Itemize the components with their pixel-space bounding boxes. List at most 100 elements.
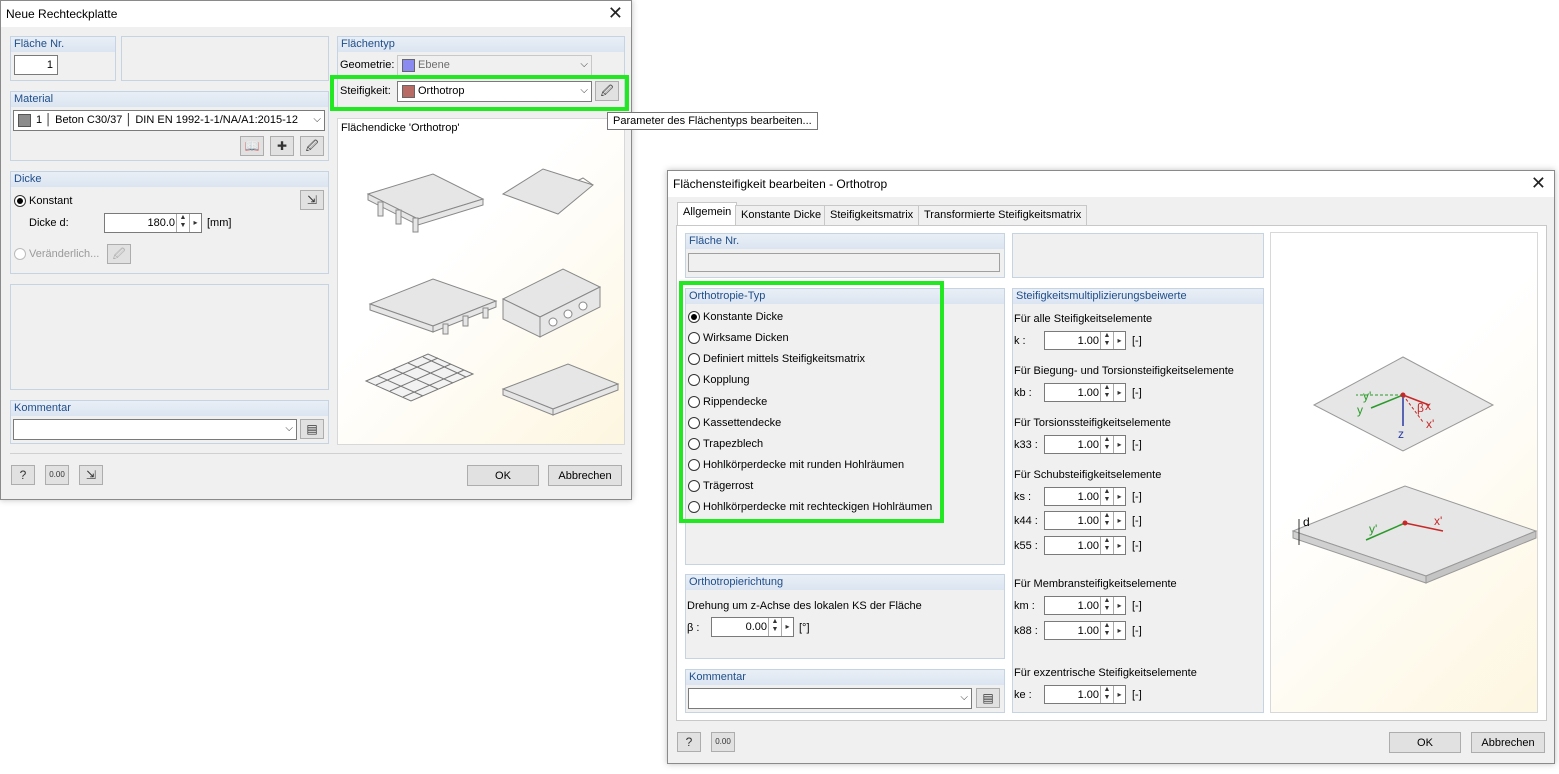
factor-unit: [-] bbox=[1132, 600, 1142, 612]
spin-arrow-icon[interactable]: ▸ bbox=[1113, 512, 1125, 529]
cancel-button[interactable]: Abbrechen bbox=[1471, 732, 1545, 753]
ok-button[interactable]: OK bbox=[1389, 732, 1461, 753]
tab-konstante-dicke[interactable]: Konstante Dicke bbox=[735, 205, 828, 226]
spin-arrow-icon[interactable]: ▸ bbox=[1113, 488, 1125, 505]
type-radio-kopplung[interactable] bbox=[688, 374, 700, 386]
factor-ke-spinner[interactable]: 1.00 ▲ ▼ ▸ bbox=[1044, 685, 1126, 704]
type-radio-kassettendecke[interactable] bbox=[688, 417, 700, 429]
new-material-button[interactable]: ✚ bbox=[270, 136, 294, 156]
factor-k33-spinner[interactable]: 1.00 ▲ ▼ ▸ bbox=[1044, 435, 1126, 454]
material-library-button[interactable]: 📖 bbox=[240, 136, 264, 156]
geometrie-value: Ebene bbox=[418, 59, 450, 71]
factor-k44-spinner[interactable]: 1.00 ▲ ▼ ▸ bbox=[1044, 511, 1126, 530]
factor-kb-spinner[interactable]: 1.00 ▲ ▼ ▸ bbox=[1044, 383, 1126, 402]
group-flaechentyp: Flächentyp Geometrie: Ebene ⌵ Steifigkei… bbox=[337, 36, 625, 108]
kommentar-library-button[interactable]: ▤ bbox=[976, 688, 1000, 708]
beta-spinner[interactable]: 0.00 ▲ ▼ ▸ bbox=[711, 617, 794, 637]
dialog-neue-rechteckplatte: Neue Rechteckplatte ✕ Fläche Nr. 1 Mater… bbox=[0, 0, 632, 500]
separator bbox=[10, 453, 622, 454]
spin-buttons[interactable]: ▲ ▼ bbox=[1100, 597, 1113, 614]
steifigkeit-select[interactable]: Orthotrop ⌵ bbox=[397, 81, 592, 102]
help-icon[interactable]: ? bbox=[11, 465, 35, 485]
flaeche-nr-input[interactable]: 1 bbox=[14, 55, 58, 75]
pick-settings-button[interactable]: ⇲ bbox=[79, 465, 103, 485]
spin-buttons[interactable]: ▲ ▼ bbox=[1100, 537, 1113, 554]
steifigkeit-label: Steifigkeit: bbox=[340, 85, 391, 97]
spin-buttons[interactable]: ▲ ▼ bbox=[1100, 332, 1113, 349]
spin-buttons[interactable]: ▲ ▼ bbox=[1100, 622, 1113, 639]
type-label: Trapezblech bbox=[703, 438, 764, 450]
veraenderlich-radio[interactable] bbox=[14, 248, 26, 260]
factor-unit: [-] bbox=[1132, 625, 1142, 637]
spin-arrow-icon[interactable]: ▸ bbox=[1113, 332, 1125, 349]
geometrie-select[interactable]: Ebene ⌵ bbox=[397, 55, 592, 76]
type-radio-hohlkoerper-rechteckig[interactable] bbox=[688, 501, 700, 513]
steifigkeit-value: Orthotrop bbox=[418, 85, 465, 97]
factor-k55-spinner[interactable]: 1.00 ▲ ▼ ▸ bbox=[1044, 536, 1126, 555]
group-header: Steifigkeitsmultiplizierungsbeiwerte bbox=[1013, 289, 1263, 304]
help-icon[interactable]: ? bbox=[677, 732, 701, 752]
factor-unit: [-] bbox=[1132, 387, 1142, 399]
spin-buttons[interactable]: ▲ ▼ bbox=[1100, 512, 1113, 529]
kommentar-select-2[interactable]: ⌵ bbox=[688, 688, 972, 709]
diagram-x: x bbox=[1425, 399, 1431, 413]
group-material: Material 1 │ Beton C30/37 │ DIN EN 1992-… bbox=[10, 91, 329, 161]
spin-arrow-icon[interactable]: ▸ bbox=[1113, 597, 1125, 614]
flaeche-nr-field bbox=[688, 253, 1000, 272]
spin-buttons[interactable]: ▲ ▼ bbox=[768, 618, 781, 636]
type-radio-hohlkoerper-rund[interactable] bbox=[688, 459, 700, 471]
type-radio-konstante-dicke[interactable] bbox=[688, 311, 700, 323]
section-all-label: Für alle Steifigkeitselemente bbox=[1014, 313, 1153, 325]
units-button[interactable]: 0.00 bbox=[45, 465, 69, 485]
pick-thickness-button[interactable]: ⇲ bbox=[300, 190, 324, 210]
factor-km-spinner[interactable]: 1.00 ▲ ▼ ▸ bbox=[1044, 596, 1126, 615]
spin-arrow-icon[interactable]: ▸ bbox=[189, 214, 201, 232]
edit-variable-thickness-button[interactable]: 🖉 bbox=[107, 244, 131, 264]
group-blank bbox=[121, 36, 329, 81]
group-header: Kommentar bbox=[11, 401, 328, 416]
diagram-y-prime-bottom: y' bbox=[1369, 522, 1378, 536]
spin-buttons[interactable]: ▲ ▼ bbox=[1100, 384, 1113, 401]
factor-kb-label: kb : bbox=[1014, 387, 1032, 399]
cancel-button[interactable]: Abbrechen bbox=[548, 465, 622, 486]
ok-button[interactable]: OK bbox=[467, 465, 539, 486]
type-radio-wirksame-dicken[interactable] bbox=[688, 332, 700, 344]
factor-k-spinner[interactable]: 1.00 ▲ ▼ ▸ bbox=[1044, 331, 1126, 350]
factor-unit: [-] bbox=[1132, 540, 1142, 552]
spin-arrow-icon[interactable]: ▸ bbox=[1113, 537, 1125, 554]
material-select[interactable]: 1 │ Beton C30/37 │ DIN EN 1992-1-1/NA/A1… bbox=[13, 110, 325, 131]
type-radio-trapezblech[interactable] bbox=[688, 438, 700, 450]
kommentar-select[interactable]: ⌵ bbox=[13, 419, 297, 440]
type-radio-rippendecke[interactable] bbox=[688, 396, 700, 408]
type-radio-traegerrost[interactable] bbox=[688, 480, 700, 492]
spin-arrow-icon[interactable]: ▸ bbox=[1113, 622, 1125, 639]
factor-k88-spinner[interactable]: 1.00 ▲ ▼ ▸ bbox=[1044, 621, 1126, 640]
spin-arrow-icon[interactable]: ▸ bbox=[1113, 384, 1125, 401]
section-membrane-label: Für Membransteifigkeitselemente bbox=[1014, 578, 1177, 590]
kommentar-library-button[interactable]: ▤ bbox=[300, 419, 324, 439]
spin-buttons[interactable]: ▲ ▼ bbox=[1100, 686, 1113, 703]
spin-buttons[interactable]: ▲ ▼ bbox=[176, 214, 189, 232]
tab-allgemein[interactable]: Allgemein bbox=[677, 202, 738, 227]
chevron-down-icon: ⌵ bbox=[313, 114, 321, 125]
dicke-d-spinner[interactable]: 180.0 ▲ ▼ ▸ bbox=[104, 213, 202, 233]
material-color-swatch bbox=[18, 114, 31, 127]
factor-ks-spinner[interactable]: 1.00 ▲ ▼ ▸ bbox=[1044, 487, 1126, 506]
close-icon[interactable]: ✕ bbox=[1531, 173, 1546, 193]
spin-buttons[interactable]: ▲ ▼ bbox=[1100, 488, 1113, 505]
edit-surface-type-button[interactable]: 🖉 bbox=[595, 81, 619, 101]
spin-arrow-icon[interactable]: ▸ bbox=[781, 618, 793, 636]
tab-steifigkeitsmatrix[interactable]: Steifigkeitsmatrix bbox=[824, 205, 920, 226]
spin-buttons[interactable]: ▲ ▼ bbox=[1100, 436, 1113, 453]
close-icon[interactable]: ✕ bbox=[608, 3, 623, 23]
tab-transformierte-steifigkeitsmatrix[interactable]: Transformierte Steifigkeitsmatrix bbox=[918, 205, 1088, 226]
konstant-radio[interactable] bbox=[14, 195, 26, 207]
dialog1-titlebar: Neue Rechteckplatte ✕ bbox=[1, 1, 631, 27]
spin-arrow-icon[interactable]: ▸ bbox=[1113, 436, 1125, 453]
units-button[interactable]: 0.00 bbox=[711, 732, 735, 752]
steifigkeit-color-swatch bbox=[402, 85, 415, 98]
spin-arrow-icon[interactable]: ▸ bbox=[1113, 686, 1125, 703]
type-radio-steifigkeitsmatrix[interactable] bbox=[688, 353, 700, 365]
edit-material-button[interactable]: 🖉 bbox=[300, 136, 324, 156]
factor-value: 1.00 bbox=[1077, 540, 1099, 552]
